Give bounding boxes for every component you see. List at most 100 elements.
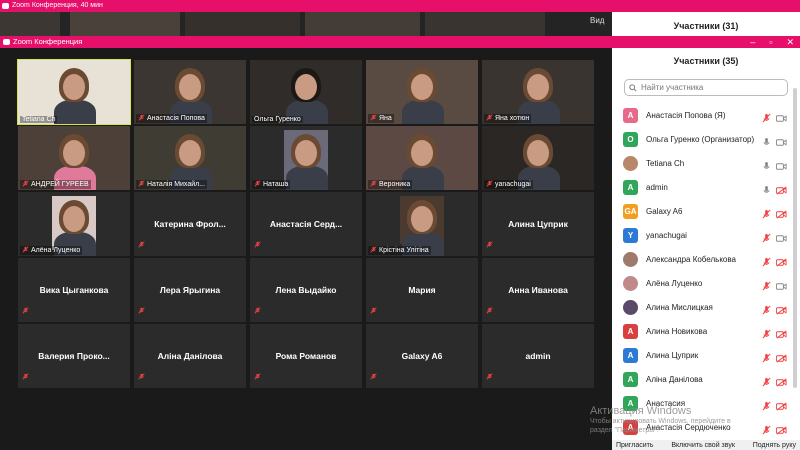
camera-icon[interactable] — [776, 278, 787, 296]
tile-name: Крістіна Улітіна — [379, 247, 429, 254]
muted-mic-icon[interactable] — [762, 350, 771, 368]
video-tile[interactable]: Аліна Данілова — [134, 324, 246, 388]
tile-name-label: Алёна Луценко — [20, 246, 83, 255]
camera-off-icon[interactable] — [776, 326, 787, 344]
window-title: Zoom Конференция — [13, 37, 83, 46]
camera-off-icon[interactable] — [776, 254, 787, 272]
search-input[interactable]: Найти участника — [624, 79, 788, 96]
participant-row[interactable]: Алина Мислицкая — [612, 295, 792, 319]
participant-name: Анастасія Попова (Я) — [646, 111, 726, 120]
participant-row[interactable]: Yyanachugai — [612, 223, 792, 247]
video-tile[interactable]: Galaxy A6 — [366, 324, 478, 388]
tile-name-label: Наташа — [252, 180, 291, 189]
muted-mic-icon — [138, 180, 145, 189]
camera-off-icon[interactable] — [776, 398, 787, 416]
video-tile[interactable]: Tetiana Ch — [17, 59, 131, 125]
video-tile[interactable]: Мария — [366, 258, 478, 322]
participant-row[interactable]: Aadmin — [612, 175, 792, 199]
maximize-icon[interactable]: ▫ — [769, 36, 772, 48]
avatar — [623, 252, 638, 267]
tile-name: Мария — [408, 285, 436, 295]
video-tile[interactable]: Вероника — [366, 126, 478, 190]
tile-name: АНДРЕЙ ГУРЕЕВ — [31, 181, 89, 188]
video-tile[interactable]: Анна Иванова — [482, 258, 594, 322]
participant-row[interactable]: A Алина Новикова — [612, 319, 792, 343]
muted-mic-icon[interactable] — [762, 398, 771, 416]
camera-icon[interactable] — [776, 230, 787, 248]
avatar — [623, 300, 638, 315]
participant-video — [250, 60, 362, 124]
windows-activation-watermark: Активация Windows Чтобы активировать Win… — [590, 405, 731, 434]
mic-icon[interactable] — [762, 134, 771, 152]
muted-mic-icon — [138, 301, 145, 319]
muted-mic-icon[interactable] — [762, 206, 771, 224]
participants-scrollbar[interactable] — [793, 88, 797, 388]
video-tile[interactable]: admin — [482, 324, 594, 388]
camera-off-icon[interactable] — [776, 350, 787, 368]
camera-off-icon[interactable] — [776, 422, 787, 440]
participant-row[interactable]: A Анастасія Попова (Я) — [612, 103, 792, 127]
avatar: O — [623, 132, 638, 147]
tile-name-label: Яна хотюн — [484, 114, 532, 123]
muted-mic-icon — [138, 114, 145, 123]
mic-icon[interactable] — [762, 158, 771, 176]
minimize-icon[interactable]: – — [750, 36, 755, 48]
participant-row[interactable]: A Алина Цуприк — [612, 343, 792, 367]
participant-row[interactable]: Tetiana Ch — [612, 151, 792, 175]
participant-row[interactable]: A Аліна Данілова — [612, 367, 792, 391]
muted-mic-icon[interactable] — [762, 326, 771, 344]
tile-name: yanachugai — [495, 181, 531, 188]
video-tile[interactable]: Алёна Луценко — [18, 192, 130, 256]
video-tile[interactable]: Рома Романов — [250, 324, 362, 388]
avatar: A — [623, 348, 638, 363]
video-tile[interactable]: Катерина Фрол... — [134, 192, 246, 256]
video-tile[interactable]: АНДРЕЙ ГУРЕЕВ — [18, 126, 130, 190]
muted-mic-icon[interactable] — [762, 230, 771, 248]
video-tile[interactable]: Алина Цуприк — [482, 192, 594, 256]
video-tile[interactable]: Крістіна Улітіна — [366, 192, 478, 256]
participant-name: Аліна Данілова — [646, 375, 703, 384]
tile-name: Вика Цыганкова — [39, 285, 109, 295]
camera-icon[interactable] — [776, 158, 787, 176]
camera-off-icon[interactable] — [776, 302, 787, 320]
close-icon[interactable]: ✕ — [786, 36, 794, 48]
participant-row[interactable]: O Ольга Гуренко (Организатор) — [612, 127, 792, 151]
video-tile[interactable]: Лена Выдайко — [250, 258, 362, 322]
muted-mic-icon[interactable] — [762, 302, 771, 320]
camera-off-icon[interactable] — [776, 374, 787, 392]
muted-mic-icon — [486, 301, 493, 319]
video-tile[interactable]: Валерия Проко... — [18, 324, 130, 388]
view-button[interactable]: Вид — [590, 16, 604, 25]
video-tile[interactable]: yanachugai — [482, 126, 594, 190]
muted-mic-icon[interactable] — [762, 422, 771, 440]
background-panel-title: Участники (31) — [673, 21, 739, 31]
tile-name: Анна Иванова — [508, 285, 568, 295]
tile-name: Яна хотюн — [495, 115, 530, 122]
video-tile[interactable]: Вика Цыганкова — [18, 258, 130, 322]
participant-name: admin — [646, 183, 668, 192]
participant-row[interactable]: Александра Кобелькова — [612, 247, 792, 271]
camera-icon[interactable] — [776, 110, 787, 128]
video-tile[interactable]: Яна — [366, 60, 478, 124]
participant-row[interactable]: GA Galaxy A6 — [612, 199, 792, 223]
muted-mic-icon[interactable] — [762, 374, 771, 392]
video-tile[interactable]: Наташа — [250, 126, 362, 190]
video-tile[interactable]: Наталія Михайл... — [134, 126, 246, 190]
muted-mic-icon[interactable] — [762, 278, 771, 296]
muted-mic-icon[interactable] — [762, 254, 771, 272]
camera-off-icon[interactable] — [776, 206, 787, 224]
participant-name: Алина Цуприк — [646, 351, 699, 360]
unmute-me-button[interactable]: Включить свой звук — [671, 442, 735, 449]
video-tile[interactable]: Яна хотюн — [482, 60, 594, 124]
raise-hand-button[interactable]: Поднять руку — [753, 442, 796, 449]
camera-off-icon[interactable] — [776, 182, 787, 200]
participant-row[interactable]: Алёна Луценко — [612, 271, 792, 295]
video-tile[interactable]: Анастасія Серд... — [250, 192, 362, 256]
camera-icon[interactable] — [776, 134, 787, 152]
video-tile[interactable]: Ольга Гуренко — [250, 60, 362, 124]
video-tile[interactable]: Лера Ярыгина — [134, 258, 246, 322]
invite-button[interactable]: Пригласить — [616, 442, 653, 449]
mic-icon[interactable] — [762, 182, 771, 200]
video-tile[interactable]: Анастасія Попова — [134, 60, 246, 124]
muted-mic-icon[interactable] — [762, 110, 771, 128]
